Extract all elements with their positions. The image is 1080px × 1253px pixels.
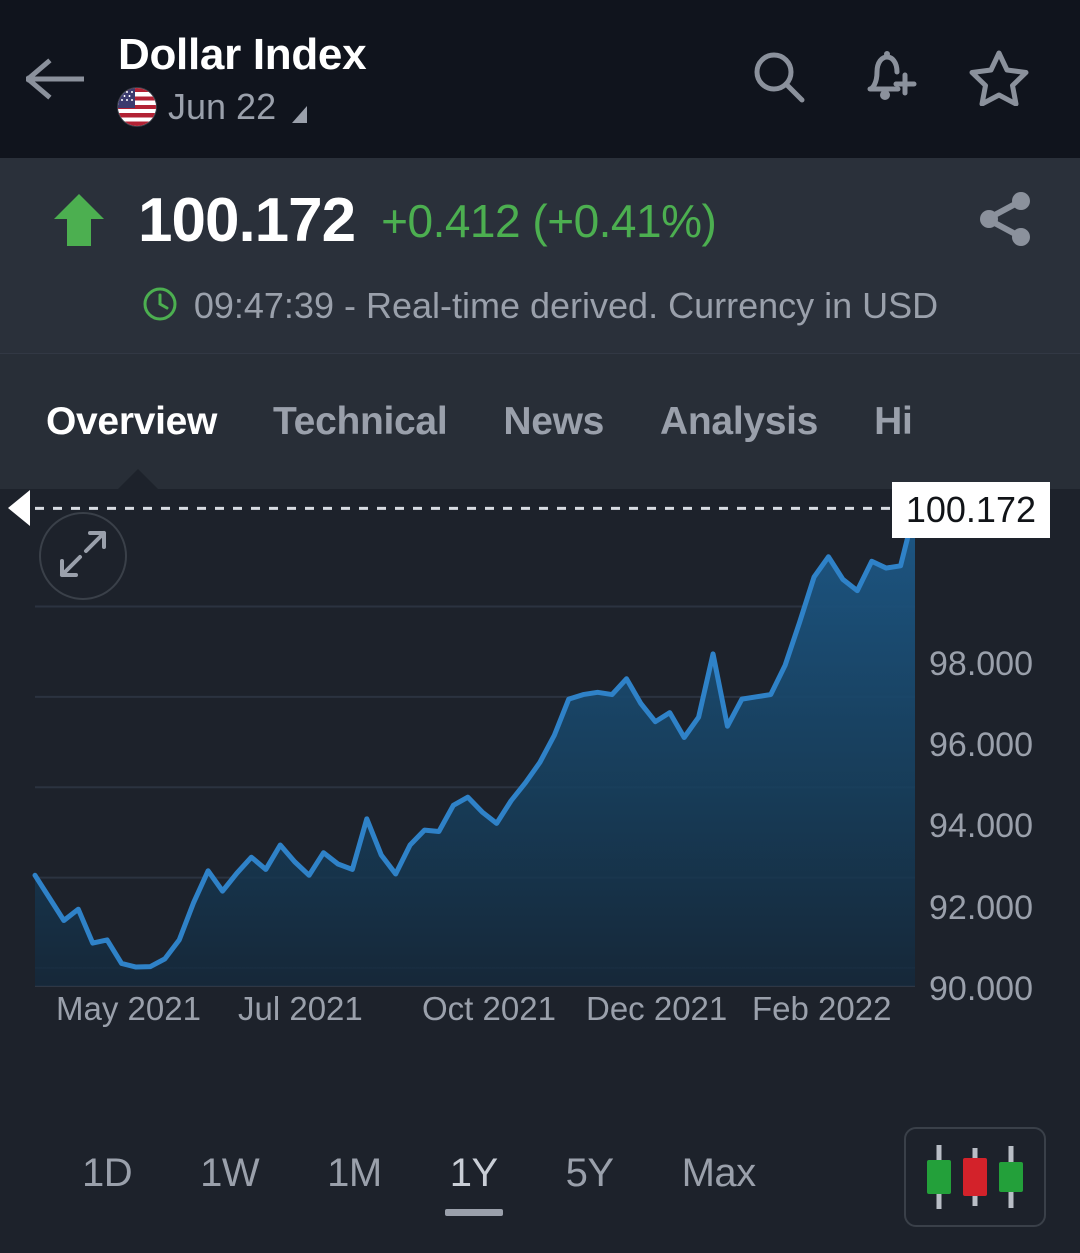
- expand-fullscreen-icon: [56, 527, 110, 586]
- x-tick-label: Feb 2022: [752, 990, 892, 1027]
- candlestick-chart-icon: [926, 1144, 1024, 1209]
- search-icon: [750, 48, 808, 111]
- dropdown-caret-icon[interactable]: [292, 105, 308, 123]
- symbol-subtitle-row[interactable]: Jun 22: [118, 86, 724, 128]
- quote-panel: 100.172 +0.412 (+0.41%) 09:47:39 - Real-…: [0, 158, 1080, 354]
- y-tick-label: 90.000: [929, 970, 1033, 1008]
- tab-list: Overview Technical News Analysis Hi: [0, 354, 1080, 489]
- add-alert-button[interactable]: [834, 0, 944, 158]
- header-actions: [724, 0, 1080, 158]
- range-button-1w[interactable]: 1W: [166, 1137, 293, 1216]
- range-selector-bar: 1D 1W 1M 1Y 5Y Max: [0, 1100, 1080, 1253]
- tab-technical[interactable]: Technical: [273, 400, 448, 444]
- us-flag-icon: [118, 88, 156, 126]
- chart-type-button[interactable]: [904, 1126, 1046, 1227]
- share-icon: [973, 187, 1037, 256]
- range-button-1y[interactable]: 1Y: [416, 1137, 532, 1216]
- star-icon: [969, 48, 1029, 111]
- back-arrow-icon: [26, 58, 84, 100]
- price-chart[interactable]: 100.172 98.000 96.000 94.000 92.000 90.0…: [0, 482, 1080, 1052]
- expand-chart-button[interactable]: [39, 512, 127, 600]
- range-buttons: 1D 1W 1M 1Y 5Y Max: [48, 1137, 904, 1216]
- tab-analysis[interactable]: Analysis: [660, 400, 818, 444]
- app-header: Dollar Index Jun 22: [0, 0, 1080, 158]
- title-block: Dollar Index Jun 22: [110, 26, 724, 128]
- x-tick-label: Jul 2021: [238, 990, 363, 1027]
- range-button-1d[interactable]: 1D: [48, 1137, 166, 1216]
- add-alert-bell-icon: [860, 48, 918, 111]
- quote-status-row: 09:47:39 - Real-time derived. Currency i…: [0, 284, 1080, 327]
- x-axis-labels: May 2021 Jul 2021 Oct 2021 Dec 2021 Feb …: [0, 989, 915, 1039]
- x-tick-label: Dec 2021: [586, 990, 728, 1027]
- y-tick-label: 94.000: [929, 807, 1033, 845]
- tab-bar: Overview Technical News Analysis Hi: [0, 354, 1080, 489]
- price-row: 100.172 +0.412 (+0.41%): [0, 186, 1080, 256]
- price-change: +0.412 (+0.41%): [381, 195, 717, 247]
- up-arrow-icon: [52, 191, 106, 254]
- search-button[interactable]: [724, 0, 834, 158]
- last-price: 100.172: [138, 186, 356, 255]
- x-tick-label: May 2021: [56, 990, 201, 1027]
- back-button[interactable]: [0, 0, 110, 158]
- y-tick-label: 96.000: [929, 726, 1033, 764]
- price-badge-notch: [8, 490, 30, 527]
- clock-icon: [142, 286, 178, 327]
- page-title: Dollar Index: [118, 30, 367, 79]
- range-button-max[interactable]: Max: [648, 1137, 790, 1216]
- tab-historical[interactable]: Hi: [874, 400, 913, 444]
- active-tab-indicator: [118, 469, 158, 489]
- current-price-badge: 100.172: [891, 482, 1050, 539]
- quote-status-text: 09:47:39 - Real-time derived. Currency i…: [193, 284, 939, 326]
- tab-news[interactable]: News: [503, 400, 604, 444]
- range-button-1m[interactable]: 1M: [293, 1137, 416, 1216]
- tab-overview[interactable]: Overview: [46, 400, 217, 444]
- y-tick-label: 98.000: [929, 645, 1033, 683]
- x-tick-label: Oct 2021: [422, 990, 556, 1027]
- range-button-5y[interactable]: 5Y: [532, 1137, 648, 1216]
- watchlist-button[interactable]: [944, 0, 1054, 158]
- app-root: Dollar Index Jun 22 100.172 +0.412 (+0.4…: [0, 0, 1080, 1253]
- y-axis-labels: 98.000 96.000 94.000 92.000 90.000: [915, 489, 1080, 1052]
- contract-month-label: Jun 22: [168, 86, 277, 127]
- share-button[interactable]: [970, 186, 1040, 256]
- y-tick-label: 92.000: [929, 889, 1033, 927]
